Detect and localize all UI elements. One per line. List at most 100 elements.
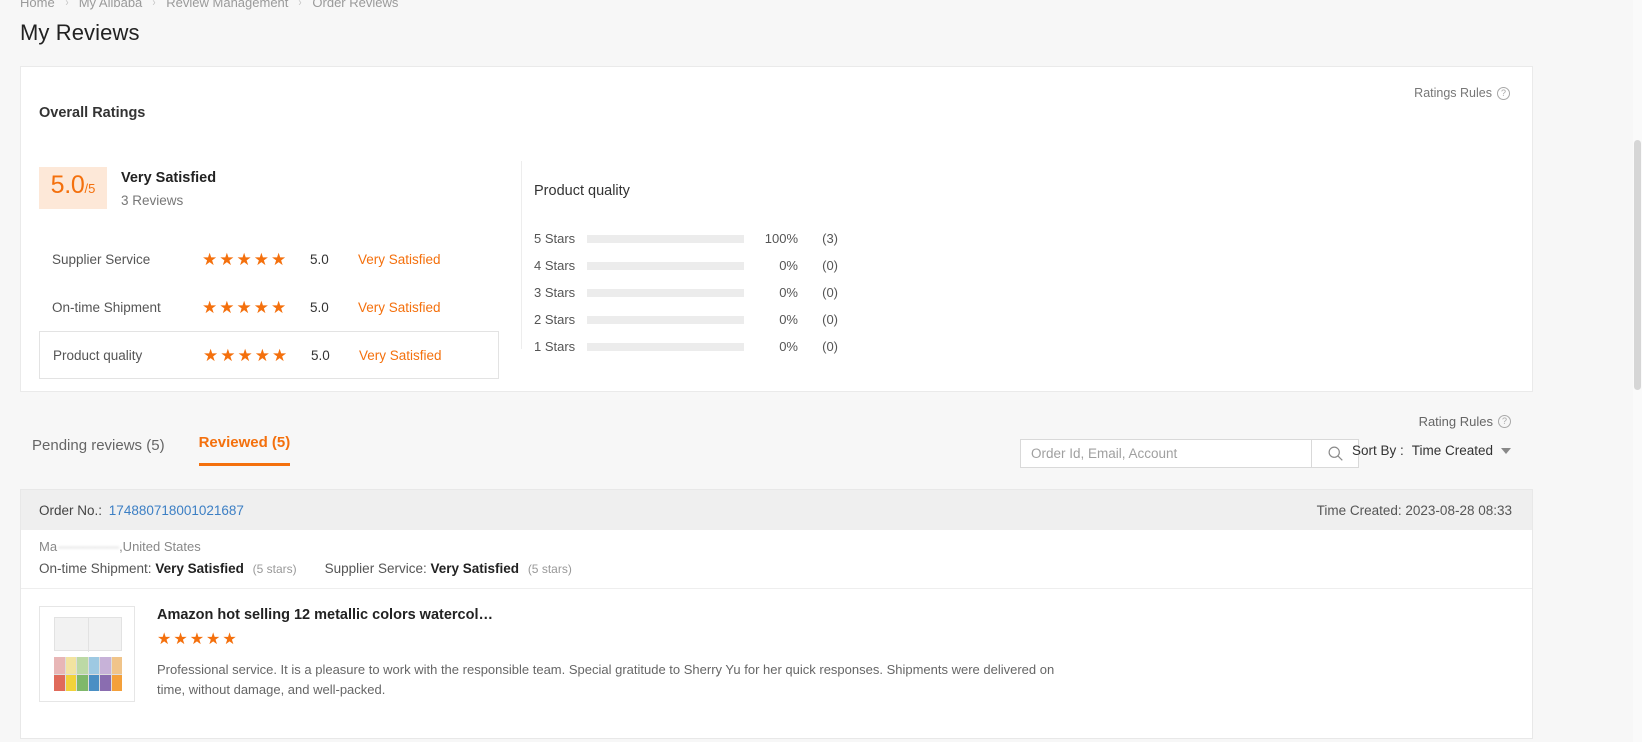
- star-icon: ★: [203, 345, 219, 365]
- tab-reviewed[interactable]: Reviewed (5): [198, 434, 291, 466]
- breadcrumb-item-home[interactable]: Home: [20, 0, 55, 10]
- buyer-country: ,United States: [119, 539, 201, 554]
- breadcrumb-item-order-reviews[interactable]: Order Reviews: [312, 0, 398, 10]
- star-icon: ★: [173, 631, 188, 648]
- page-scrollbar-track[interactable]: [1633, 0, 1642, 742]
- star-icon: ★: [222, 631, 237, 648]
- star-icon: ★: [219, 297, 235, 317]
- product-quality-distribution-chart: Product quality 5 Stars 100% (3) 4 Stars…: [534, 183, 838, 360]
- chart-bar-track: [587, 288, 744, 297]
- star-icon: ★: [272, 345, 288, 365]
- palette-swatch: [65, 657, 76, 674]
- rating-row-text: Very Satisfied: [358, 299, 441, 315]
- order-rating-supplier-service: Supplier Service: Very Satisfied (5 star…: [325, 561, 572, 576]
- info-icon[interactable]: ?: [1498, 415, 1511, 428]
- rating-row-supplier-service[interactable]: Supplier Service ★ ★ ★ ★ ★ 5.0 Very Sati…: [39, 235, 499, 283]
- order-rating-on-time-shipment: On-time Shipment: Very Satisfied (5 star…: [39, 561, 297, 576]
- palette-swatch: [88, 657, 99, 674]
- product-review-block: Amazon hot selling 12 metallic colors wa…: [157, 606, 1514, 702]
- chart-count-label: (0): [822, 285, 838, 300]
- page-title: My Reviews: [20, 20, 140, 45]
- overall-ratings-card: Ratings Rules ? Overall Ratings 5.0 /5 V…: [20, 66, 1533, 392]
- palette-swatch: [100, 674, 111, 691]
- palette-swatch: [88, 674, 99, 691]
- ratings-rules-link[interactable]: Ratings Rules ?: [1414, 86, 1510, 100]
- star-icon: ★: [236, 297, 252, 317]
- breadcrumb-separator-icon: ›: [298, 0, 303, 9]
- chart-value-label: 100%: [764, 231, 798, 246]
- chart-bar-row: 5 Stars 100% (3): [534, 225, 838, 252]
- star-icon: ★: [219, 249, 235, 269]
- star-icon: ★: [189, 631, 205, 648]
- rating-row-score: 5.0: [311, 347, 330, 363]
- chart-category-label-1: 1 Stars: [534, 339, 587, 354]
- product-title[interactable]: Amazon hot selling 12 metallic colors wa…: [157, 607, 1514, 623]
- star-icon: ★: [202, 249, 218, 269]
- chart-count-label: (3): [822, 231, 838, 246]
- reviews-tabs: Pending reviews (5) Reviewed (5): [32, 434, 291, 466]
- rating-row-product-quality[interactable]: Product quality ★ ★ ★ ★ ★ 5.0 Very Satis…: [39, 331, 499, 379]
- order-rating-value: Very Satisfied: [430, 561, 520, 576]
- chart-count-label: (0): [822, 339, 838, 354]
- star-icon: ★: [236, 249, 252, 269]
- chart-count-label: (0): [822, 258, 838, 273]
- breadcrumb-separator-icon: ›: [152, 0, 156, 9]
- buyer-name-redacted: —————: [58, 539, 119, 554]
- tab-pending-reviews[interactable]: Pending reviews (5): [32, 437, 165, 466]
- order-rating-value: Very Satisfied: [155, 561, 244, 576]
- star-icon: ★: [271, 297, 287, 317]
- order-card-header: Order No.: 174880718001021687 Time Creat…: [21, 490, 1532, 530]
- palette-colors-grid: [54, 657, 122, 691]
- search-input[interactable]: [1020, 439, 1311, 468]
- star-icon: ★: [220, 345, 236, 365]
- overall-ratings-heading: Overall Ratings: [39, 105, 146, 121]
- overall-score-label: Very Satisfied: [121, 170, 217, 186]
- chart-category-text: 5 Stars: [534, 231, 576, 246]
- chart-bar-track: [587, 342, 744, 351]
- chart-category-text: 2 Stars: [534, 312, 576, 327]
- sort-by-dropdown[interactable]: Sort By : Time Created: [1352, 443, 1511, 458]
- rating-row-on-time-shipment[interactable]: On-time Shipment ★ ★ ★ ★ ★ 5.0 Very Sati…: [39, 283, 499, 331]
- chart-category-label-2: 2 Stars: [534, 312, 587, 327]
- breadcrumb-item-review-management[interactable]: Review Management: [166, 0, 288, 10]
- buyer-info-line: Ma ————— ,United States: [21, 530, 1532, 554]
- rating-row-label: On-time Shipment: [52, 299, 161, 315]
- chart-bar-track: [587, 261, 744, 270]
- star-icon: ★: [206, 631, 221, 648]
- search-bar: [1020, 439, 1359, 468]
- product-review-stars: ★ ★ ★ ★ ★: [157, 632, 1514, 648]
- chart-category-label-3: 3 Stars: [534, 285, 587, 300]
- rating-rules-label: Rating Rules: [1418, 414, 1493, 429]
- chart-title: Product quality: [534, 183, 630, 199]
- star-icon: ★: [253, 249, 269, 269]
- order-rating-label: Supplier Service:: [324, 561, 427, 576]
- overall-score-badge: 5.0 /5: [39, 167, 107, 209]
- palette-swatch: [77, 674, 88, 691]
- chart-bar-track: [587, 234, 744, 243]
- sort-by-label: Sort By :: [1351, 443, 1404, 458]
- rating-rules-link[interactable]: Rating Rules ?: [1419, 414, 1511, 429]
- info-icon[interactable]: ?: [1497, 86, 1510, 100]
- palette-swatch: [54, 657, 65, 674]
- section-divider: [521, 161, 522, 349]
- review-order-card: Order No.: 174880718001021687 Time Creat…: [20, 489, 1533, 739]
- chart-category-text: 4 Stars: [534, 258, 576, 273]
- chart-bar-track: [587, 315, 744, 324]
- palette-swatch: [100, 657, 111, 674]
- chart-bar-row: 1 Stars 0% (0): [534, 333, 838, 360]
- rating-row-stars: ★ ★ ★ ★ ★: [202, 251, 310, 268]
- order-number-link[interactable]: 174880718001021687: [109, 503, 244, 518]
- sort-by-value: Time Created: [1411, 443, 1493, 458]
- chart-count-label: (0): [822, 312, 838, 327]
- chart-category-text: 1 Stars: [534, 339, 576, 354]
- chevron-down-icon[interactable]: [1501, 447, 1511, 454]
- product-thumbnail[interactable]: [39, 606, 135, 702]
- star-icon: ★: [254, 345, 270, 365]
- order-rating-label: On-time Shipment:: [39, 561, 152, 576]
- palette-swatch: [77, 657, 88, 674]
- star-icon: ★: [271, 249, 287, 269]
- order-rating-stars-text: (5 stars): [527, 562, 572, 576]
- page-scrollbar-thumb[interactable]: [1634, 140, 1641, 390]
- chart-value-label: 0%: [779, 339, 798, 354]
- breadcrumb-item-my-alibaba[interactable]: My Alibaba: [79, 0, 143, 10]
